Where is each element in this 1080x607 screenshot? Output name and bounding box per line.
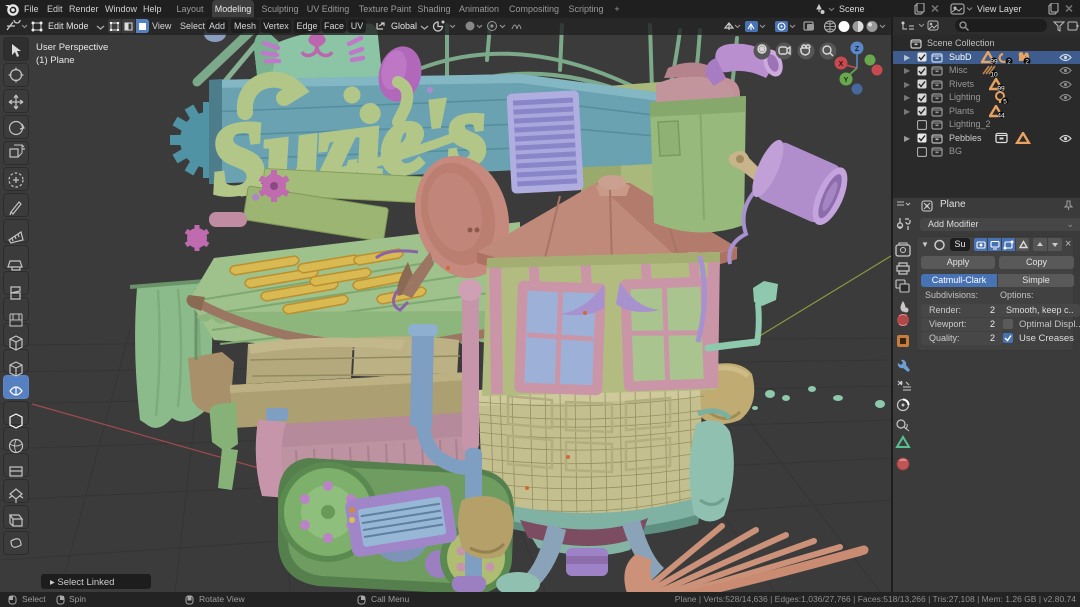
svg-text:10: 10 [990,72,998,78]
svg-text:5: 5 [1003,99,1007,105]
svg-text:2: 2 [1025,58,1029,64]
svg-text:44: 44 [997,112,1005,118]
svg-text:99: 99 [990,58,998,64]
svg-text:Y: Y [844,77,849,84]
svg-text:99: 99 [997,85,1005,91]
svg-text:▸ Select Linked: ▸ Select Linked [50,577,114,588]
svg-text:Z: Z [855,46,860,53]
svg-text:(1) Plane: (1) Plane [36,55,75,66]
svg-text:User Perspective: User Perspective [36,42,108,53]
svg-text:2: 2 [1007,58,1011,64]
svg-text:X: X [839,61,844,68]
